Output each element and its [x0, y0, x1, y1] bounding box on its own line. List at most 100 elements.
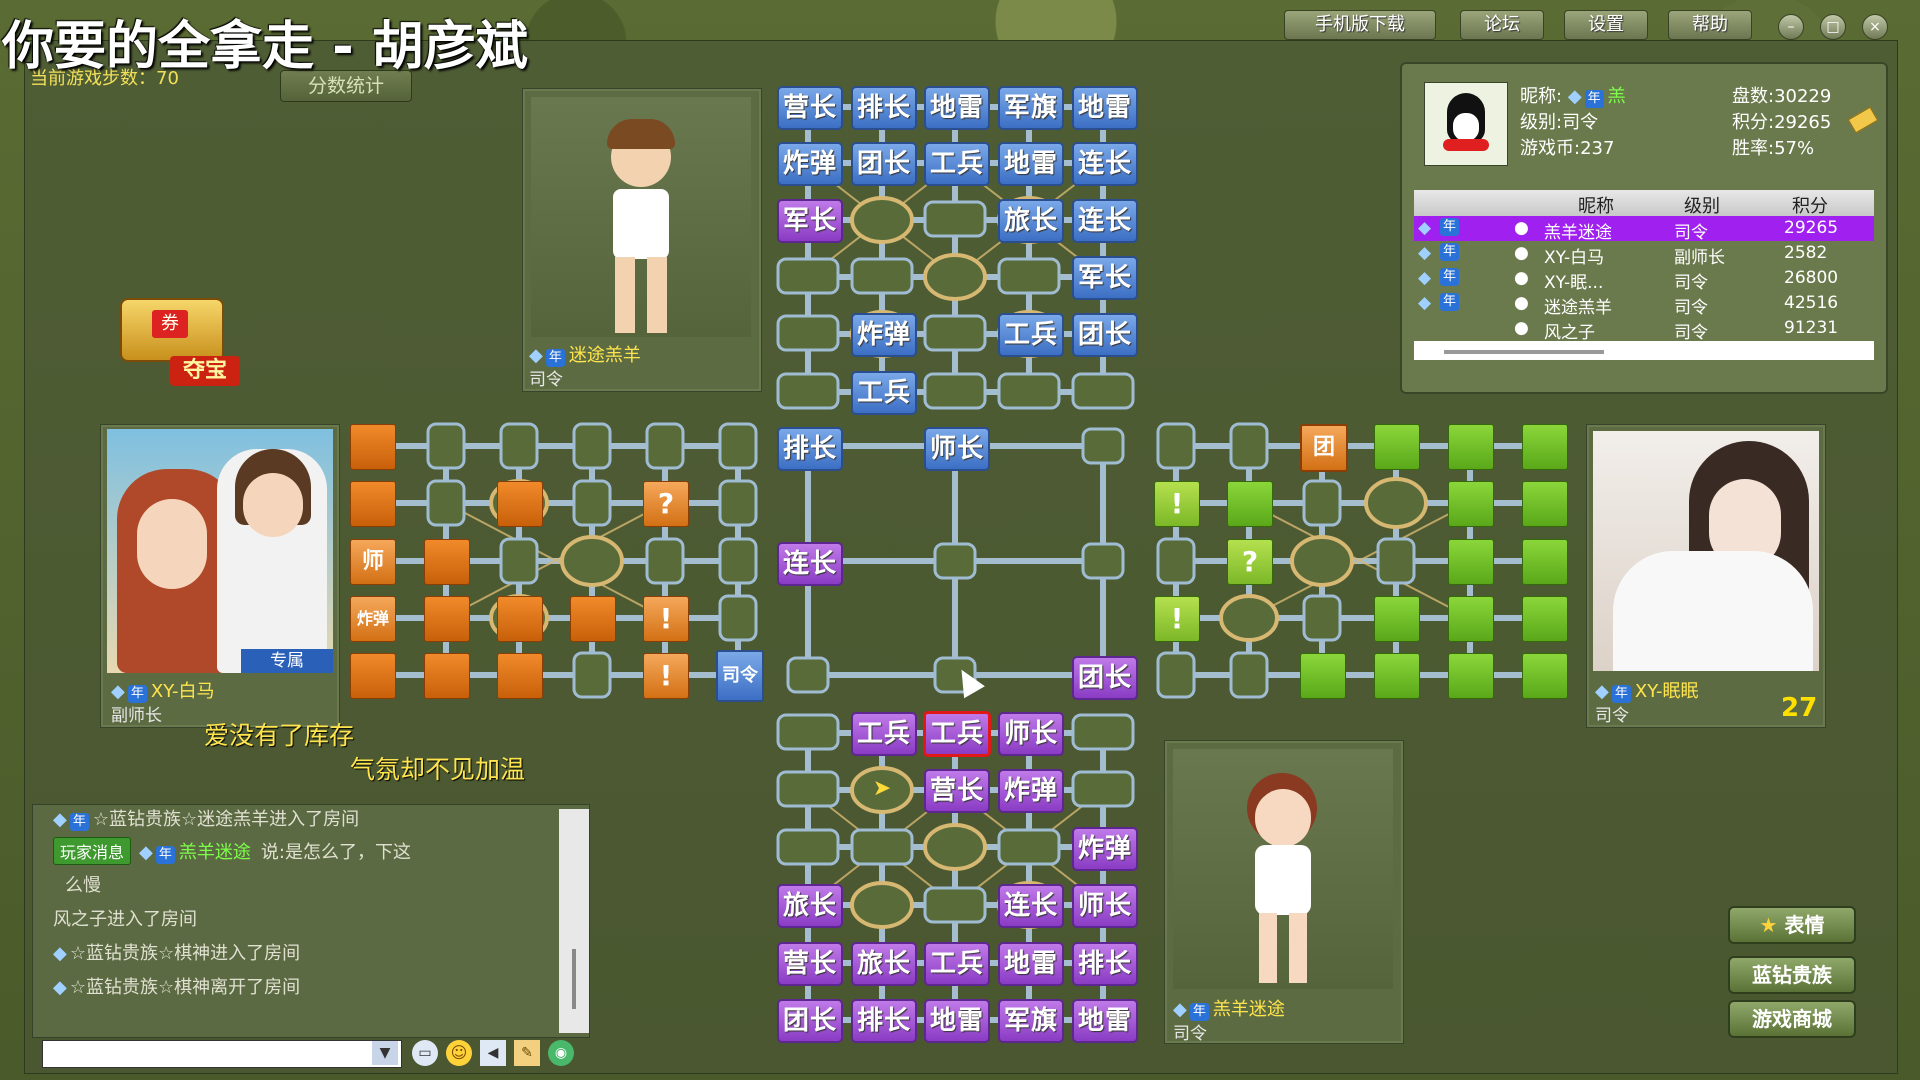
eraser-icon[interactable] [1847, 106, 1879, 134]
board-piece[interactable]: 工兵 [851, 371, 917, 415]
board-piece[interactable]: 旅长 [851, 942, 917, 986]
qq-icon: ● [1514, 268, 1529, 288]
board-piece[interactable]: 军长 [1072, 256, 1138, 300]
table-scrollbar[interactable] [1444, 350, 1604, 354]
board-piece[interactable]: 团长 [1072, 313, 1138, 357]
board-piece[interactable]: 炸弹 [998, 769, 1064, 813]
board-piece[interactable]: 排长 [851, 999, 917, 1043]
marked-piece[interactable]: ! [1154, 596, 1200, 642]
board-piece[interactable]: 旅长 [998, 199, 1064, 243]
board-piece[interactable]: 师长 [1072, 884, 1138, 928]
board-piece[interactable]: 连长 [1072, 142, 1138, 186]
hidden-piece[interactable] [1448, 481, 1494, 527]
marked-piece[interactable]: ! [643, 596, 689, 642]
board-piece[interactable]: 工兵 [924, 142, 990, 186]
globe-icon[interactable]: ◉ [548, 1040, 574, 1066]
hidden-piece[interactable] [350, 481, 396, 527]
chat-input[interactable] [42, 1040, 402, 1068]
board-piece[interactable]: 团长 [777, 999, 843, 1043]
hidden-piece[interactable] [1227, 481, 1273, 527]
board-piece[interactable]: 地雷 [924, 999, 990, 1043]
marked-piece[interactable]: 团 [1300, 424, 1348, 472]
board-piece[interactable]: 炸弹 [777, 142, 843, 186]
board-piece[interactable]: 营长 [777, 942, 843, 986]
emote-button[interactable]: ★ 表情 [1728, 906, 1856, 944]
marked-piece[interactable]: ! [1154, 481, 1200, 527]
marked-piece[interactable]: 师 [350, 539, 396, 585]
hidden-piece[interactable] [1522, 481, 1568, 527]
board-piece[interactable]: 连长 [777, 542, 843, 586]
board-piece[interactable]: 地雷 [998, 142, 1064, 186]
marked-piece[interactable]: ? [1227, 539, 1273, 585]
marked-piece[interactable]: ? [643, 481, 689, 527]
game-store-button[interactable]: 游戏商城 [1728, 1000, 1856, 1038]
row-rank: 副师长 [1674, 248, 1725, 268]
hidden-piece[interactable] [1522, 424, 1568, 470]
blue-diamond-button[interactable]: 蓝钻贵族 [1728, 956, 1856, 994]
hidden-piece[interactable] [497, 653, 543, 699]
wrench-icon[interactable]: ✎ [514, 1040, 540, 1066]
hidden-piece[interactable] [1448, 596, 1494, 642]
board-piece[interactable]: 地雷 [1072, 999, 1138, 1043]
board-piece[interactable]: 炸弹 [1072, 827, 1138, 871]
hidden-piece[interactable] [1522, 653, 1568, 699]
hidden-piece[interactable] [1374, 424, 1420, 470]
hidden-piece[interactable] [350, 424, 396, 470]
chat-line: ◆ ☆蓝钻贵族☆棋神离开了房间 [53, 973, 300, 999]
hidden-piece[interactable] [497, 596, 543, 642]
table-row[interactable]: ● 风之子 司令 91231 [1414, 316, 1874, 343]
table-row[interactable]: ◆ 年 ● 迷途羔羊 司令 42516 [1414, 291, 1874, 318]
table-row[interactable]: ◆ 年 ● 羔羊迷途 司令 29265 [1414, 216, 1874, 243]
chat-bubble-icon[interactable]: ▭ [412, 1040, 438, 1066]
chevron-down-icon[interactable]: ▼ [372, 1041, 398, 1065]
board-piece[interactable]: 团长 [1072, 656, 1138, 700]
hidden-piece[interactable] [1300, 653, 1346, 699]
board-piece[interactable]: 军长 [777, 199, 843, 243]
speaker-icon[interactable]: ◀ [480, 1040, 506, 1066]
emoji-icon[interactable]: ☺ [446, 1040, 472, 1066]
hidden-piece[interactable] [570, 596, 616, 642]
table-row[interactable]: ◆ 年 ● XY-眠... 司令 26800 [1414, 266, 1874, 293]
board-piece[interactable]: 工兵 [924, 942, 990, 986]
board-piece[interactable]: 军旗 [998, 999, 1064, 1043]
hidden-piece[interactable] [497, 481, 543, 527]
board-piece[interactable]: 旅长 [777, 884, 843, 928]
hidden-piece[interactable] [1374, 653, 1420, 699]
board-piece[interactable]: 工兵 [998, 313, 1064, 357]
hidden-piece[interactable] [424, 653, 470, 699]
hidden-piece[interactable] [1448, 424, 1494, 470]
board-piece[interactable]: 师长 [998, 712, 1064, 756]
marked-piece[interactable]: 司令 [716, 650, 764, 702]
board-piece[interactable]: 营长 [924, 769, 990, 813]
board-piece[interactable]: 排长 [777, 427, 843, 471]
marked-piece[interactable]: 炸弹 [350, 596, 396, 642]
board-piece[interactable]: 炸弹 [851, 313, 917, 357]
player-message-tag: 玩家消息 [53, 837, 132, 865]
chat-scrollbar[interactable] [559, 809, 589, 1033]
hidden-piece[interactable] [1374, 596, 1420, 642]
board-piece[interactable]: 团长 [851, 142, 917, 186]
board-piece[interactable]: 师长 [924, 427, 990, 471]
selected-board-piece[interactable]: 工兵 [923, 711, 991, 757]
marked-piece[interactable]: ! [643, 653, 689, 699]
hidden-piece[interactable] [1522, 596, 1568, 642]
board-piece[interactable]: 排长 [1072, 942, 1138, 986]
board-piece[interactable]: 连长 [1072, 199, 1138, 243]
hidden-piece[interactable] [1448, 653, 1494, 699]
board-piece[interactable]: 地雷 [924, 86, 990, 130]
hidden-piece[interactable] [350, 653, 396, 699]
board-piece[interactable]: 营长 [777, 86, 843, 130]
table-row[interactable]: ◆ 年 ● XY-白马 副师长 2582 [1414, 241, 1874, 268]
board-piece[interactable]: 地雷 [1072, 86, 1138, 130]
hidden-piece[interactable] [424, 596, 470, 642]
board-piece[interactable]: 军旗 [998, 86, 1064, 130]
hidden-piece[interactable] [1522, 539, 1568, 585]
qq-avatar-icon [1424, 82, 1508, 166]
board-piece[interactable]: 地雷 [998, 942, 1064, 986]
board-piece[interactable]: 工兵 [851, 712, 917, 756]
board-piece[interactable]: 连长 [998, 884, 1064, 928]
hidden-piece[interactable] [1448, 539, 1494, 585]
vip-badge: 年 [1440, 268, 1460, 286]
board-piece[interactable]: 排长 [851, 86, 917, 130]
hidden-piece[interactable] [424, 539, 470, 585]
